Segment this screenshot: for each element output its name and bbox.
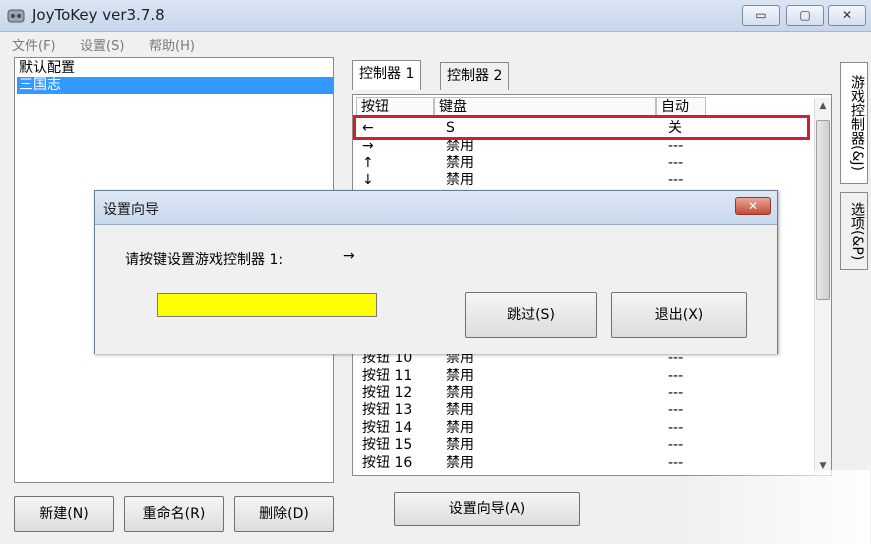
column-header-auto[interactable]: 自动: [656, 97, 706, 116]
watermark-overlay: [680, 470, 870, 544]
row-key: 禁用: [446, 455, 474, 471]
table-row[interactable]: 按钮 12 禁用 ---: [356, 385, 816, 402]
column-header-key[interactable]: 键盘: [434, 97, 656, 116]
row-auto: ---: [668, 138, 684, 154]
row-auto: ---: [668, 172, 684, 188]
setup-wizard-button[interactable]: 设置向导(A): [394, 492, 580, 526]
tab-controller-2[interactable]: 控制器 2: [440, 62, 510, 90]
skip-button[interactable]: 跳过(S): [465, 292, 597, 338]
table-row[interactable]: → 禁用 ---: [356, 138, 816, 155]
minimize-button[interactable]: ▭: [742, 5, 780, 26]
rename-profile-button[interactable]: 重命名(R): [124, 496, 224, 532]
window-title: JoyToKey ver3.7.8: [32, 6, 165, 24]
row-button: ↑: [362, 155, 374, 171]
setup-wizard-dialog: 设置向导 ✕ 请按键设置游戏控制器 1: → 跳过(S) 退出(X): [94, 190, 778, 354]
scroll-thumb[interactable]: [816, 120, 830, 300]
dialog-title-bar: 设置向导 ✕: [95, 191, 777, 225]
row-key: 禁用: [446, 402, 474, 418]
row-auto: ---: [668, 420, 684, 436]
menu-help[interactable]: 帮助(H): [149, 35, 195, 54]
row-key: 禁用: [446, 437, 474, 453]
table-header: 按钮 键盘 自动: [356, 97, 816, 116]
table-row[interactable]: 按钮 13 禁用 ---: [356, 402, 816, 419]
menu-settings[interactable]: 设置(S): [80, 35, 124, 54]
dialog-title: 设置向导: [103, 202, 159, 218]
row-button: 按钮 12: [362, 385, 413, 401]
row-key: 禁用: [446, 155, 474, 171]
menu-file[interactable]: 文件(F): [12, 35, 56, 54]
row-button: 按钮 16: [362, 455, 413, 471]
row-key: 禁用: [446, 385, 474, 401]
row-button: 按钮 11: [362, 368, 413, 384]
row-auto: ---: [668, 437, 684, 453]
row-button: 按钮 13: [362, 402, 413, 418]
table-row[interactable]: ↓ 禁用 ---: [356, 172, 816, 189]
tab-options[interactable]: 选项(&P): [840, 192, 868, 270]
prompt-text: 请按键设置游戏控制器 1:: [125, 252, 284, 268]
row-key: 禁用: [446, 368, 474, 384]
highlight-box: [353, 115, 810, 140]
row-button: ↓: [362, 172, 374, 188]
row-auto: ---: [668, 385, 684, 401]
profile-item-default[interactable]: 默认配置: [17, 60, 333, 77]
row-key: 禁用: [446, 138, 474, 154]
exit-button[interactable]: 退出(X): [611, 292, 747, 338]
tab-game-controller[interactable]: 游戏控制器(&J): [840, 62, 868, 184]
column-header-button[interactable]: 按钮: [356, 97, 434, 116]
key-input-field[interactable]: [157, 293, 377, 317]
row-button: 按钮 14: [362, 420, 413, 436]
table-row[interactable]: ↑ 禁用 ---: [356, 155, 816, 172]
table-row[interactable]: 按钮 14 禁用 ---: [356, 420, 816, 437]
arrow-right-icon: →: [343, 248, 355, 264]
row-key: 禁用: [446, 172, 474, 188]
row-auto: ---: [668, 155, 684, 171]
profile-item-sanguozhi[interactable]: 三国志: [17, 77, 333, 94]
close-button[interactable]: ✕: [828, 5, 866, 26]
vertical-scrollbar[interactable]: ▲ ▼: [814, 98, 831, 474]
title-bar: JoyToKey ver3.7.8 ▭ ▢ ✕: [0, 0, 871, 32]
row-auto: ---: [668, 402, 684, 418]
scroll-up-icon[interactable]: ▲: [815, 98, 831, 114]
row-button: 按钮 15: [362, 437, 413, 453]
delete-profile-button[interactable]: 删除(D): [234, 496, 334, 532]
row-button: →: [362, 138, 374, 154]
dialog-close-icon[interactable]: ✕: [735, 197, 771, 215]
row-key: 禁用: [446, 420, 474, 436]
tab-controller-1[interactable]: 控制器 1: [352, 60, 422, 90]
table-row[interactable]: 按钮 15 禁用 ---: [356, 437, 816, 454]
dialog-body: 请按键设置游戏控制器 1: → 跳过(S) 退出(X): [95, 226, 777, 354]
row-auto: ---: [668, 368, 684, 384]
app-icon: [7, 9, 25, 23]
menu-bar: 文件(F) 设置(S) 帮助(H): [0, 32, 871, 54]
table-row[interactable]: 按钮 11 禁用 ---: [356, 368, 816, 385]
new-profile-button[interactable]: 新建(N): [14, 496, 114, 532]
maximize-button[interactable]: ▢: [786, 5, 824, 26]
